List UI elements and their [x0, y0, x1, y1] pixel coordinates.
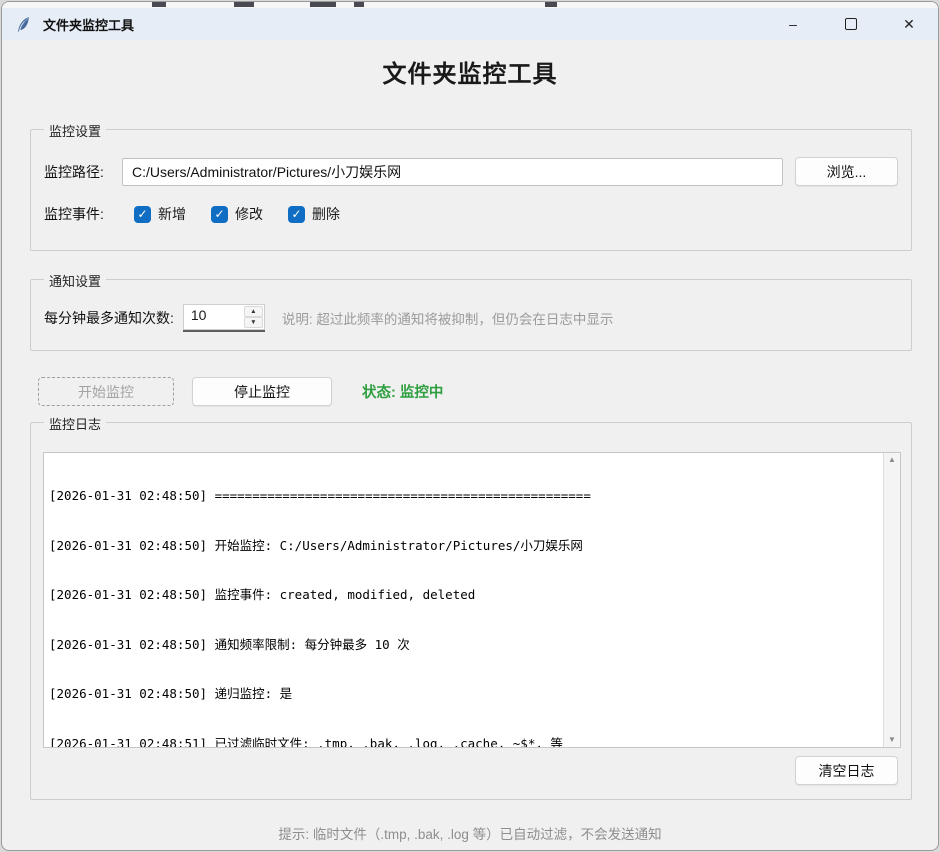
log-area[interactable]: [2026-01-31 02:48:50] ==================…	[43, 452, 901, 748]
notify-settings-group: 通知设置 每分钟最多通知次数: 10 ▲ ▼ 说明: 超过此频率的通知将被抑制，…	[30, 279, 912, 351]
scroll-down-icon[interactable]: ▼	[888, 736, 896, 744]
log-line: [2026-01-31 02:48:50] 监控事件: created, mod…	[49, 587, 878, 604]
rate-spinbox[interactable]: 10 ▲ ▼	[183, 304, 265, 332]
checkbox-checked-icon[interactable]: ✓	[211, 206, 228, 223]
log-line: [2026-01-31 02:48:50] 通知频率限制: 每分钟最多 10 次	[49, 637, 878, 654]
arrow-down-icon: ▼	[250, 319, 256, 326]
notify-settings-group-label: 通知设置	[44, 271, 106, 290]
minimize-button[interactable]: –	[764, 8, 822, 40]
checkbox-checked-icon[interactable]: ✓	[288, 206, 305, 223]
log-line: [2026-01-31 02:48:51] 已过滤临时文件: .tmp, .ba…	[49, 736, 878, 748]
path-input[interactable]: C:/Users/Administrator/Pictures/小刀娱乐网	[122, 158, 783, 186]
app-window: 文件夹监控工具 – ✕ 文件夹监控工具 监控设置 监控路径: C:/Users/…	[1, 1, 939, 851]
browse-button[interactable]: 浏览...	[795, 157, 898, 186]
checkbox-label: 删除	[312, 204, 340, 224]
log-text[interactable]: [2026-01-31 02:48:50] ==================…	[44, 453, 883, 747]
spin-up-button[interactable]: ▲	[244, 306, 263, 317]
footer-hint: 提示: 临时文件（.tmp, .bak, .log 等）已自动过滤，不会发送通知	[2, 823, 938, 843]
event-checkbox-modified[interactable]: ✓ 修改	[211, 204, 263, 224]
control-row: 开始监控 停止监控 状态: 监控中	[38, 377, 443, 406]
maximize-button[interactable]	[822, 8, 880, 40]
status-text: 状态: 监控中	[362, 381, 443, 402]
page-title: 文件夹监控工具	[2, 54, 938, 89]
arrow-up-icon: ▲	[250, 308, 256, 315]
window-title: 文件夹监控工具	[43, 15, 134, 34]
background-artifact	[545, 2, 557, 7]
title-bar: 文件夹监控工具 – ✕	[2, 8, 938, 40]
checkbox-label: 修改	[235, 204, 263, 224]
stop-monitor-button[interactable]: 停止监控	[192, 377, 332, 406]
rate-hint: 说明: 超过此频率的通知将被抑制，但仍会在日志中显示	[282, 308, 614, 328]
log-line: [2026-01-31 02:48:50] 开始监控: C:/Users/Adm…	[49, 538, 878, 555]
python-feather-icon	[15, 16, 32, 33]
minimize-icon: –	[789, 16, 797, 32]
log-scrollbar[interactable]: ▲ ▼	[883, 453, 900, 747]
background-artifact	[152, 2, 166, 7]
log-group: 监控日志 [2026-01-31 02:48:50] =============…	[30, 422, 912, 800]
rate-label: 每分钟最多通知次数:	[44, 308, 174, 328]
events-label: 监控事件:	[44, 204, 134, 224]
background-artifact	[234, 2, 254, 7]
monitor-settings-group: 监控设置 监控路径: C:/Users/Administrator/Pictur…	[30, 129, 912, 251]
maximize-icon	[845, 18, 857, 30]
rate-input[interactable]: 10	[183, 304, 243, 330]
checkbox-checked-icon[interactable]: ✓	[134, 206, 151, 223]
clear-log-button[interactable]: 清空日志	[795, 756, 898, 785]
spin-down-button[interactable]: ▼	[244, 317, 263, 328]
log-line: [2026-01-31 02:48:50] 递归监控: 是	[49, 686, 878, 703]
spinner-arrows: ▲ ▼	[243, 304, 265, 330]
checkbox-label: 新增	[158, 204, 186, 224]
background-artifact	[310, 2, 336, 7]
close-button[interactable]: ✕	[880, 8, 938, 40]
path-label: 监控路径:	[44, 162, 122, 182]
window-controls: – ✕	[764, 8, 938, 40]
event-checkbox-deleted[interactable]: ✓ 删除	[288, 204, 340, 224]
log-line: [2026-01-31 02:48:50] ==================…	[49, 488, 878, 505]
background-artifact	[354, 2, 364, 7]
monitor-settings-group-label: 监控设置	[44, 121, 106, 140]
start-monitor-button[interactable]: 开始监控	[38, 377, 174, 406]
scroll-up-icon[interactable]: ▲	[888, 456, 896, 464]
event-checkbox-created[interactable]: ✓ 新增	[134, 204, 186, 224]
log-group-label: 监控日志	[44, 414, 106, 433]
close-icon: ✕	[903, 16, 915, 33]
